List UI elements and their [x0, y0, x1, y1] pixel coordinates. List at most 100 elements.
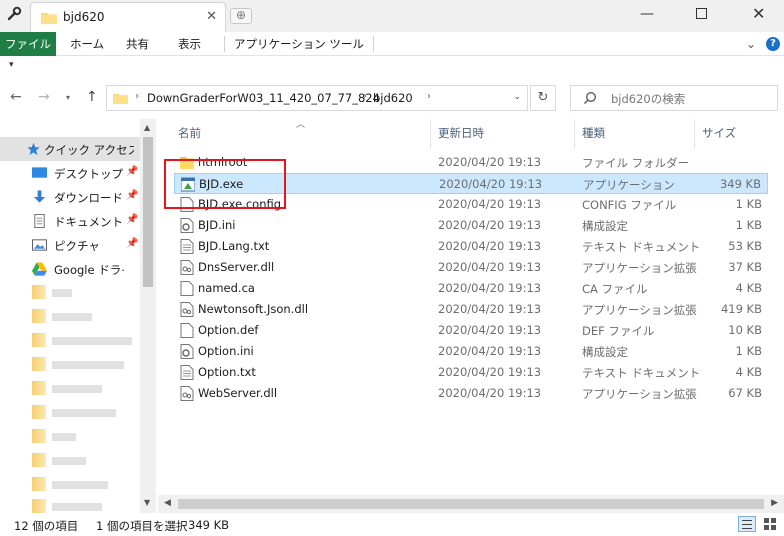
- blurred-label: [52, 481, 108, 489]
- search-input[interactable]: bjd620の検索: [570, 85, 778, 111]
- tab-view[interactable]: 表示: [168, 32, 211, 56]
- chevron-down-icon[interactable]: ⌄: [746, 37, 756, 51]
- nav-scrollbar[interactable]: ▲ ▼: [140, 119, 156, 513]
- chevron-right-icon[interactable]: ›: [135, 91, 139, 102]
- close-window-icon[interactable]: ✕: [752, 4, 765, 23]
- file-date: 2020/04/20 19:13: [438, 344, 542, 358]
- nav-item-quick-access[interactable]: クイック アクセス: [0, 137, 140, 161]
- nav-item-label: Google ドライブ: [54, 263, 124, 277]
- column-header-name[interactable]: 名前: [178, 125, 201, 141]
- file-size: 1 KB: [735, 218, 762, 232]
- column-header-size[interactable]: サイズ: [702, 125, 736, 141]
- blurred-label: [52, 503, 102, 511]
- blurred-label: [52, 289, 72, 297]
- nav-item-desktop[interactable]: デスクトップ 📌: [0, 161, 140, 185]
- table-row[interactable]: DnsServer.dll 2020/04/20 19:13 アプリケーション拡張 3…: [174, 257, 768, 278]
- file-size: 1 KB: [735, 197, 762, 211]
- tab-application-tools[interactable]: アプリケーション ツール: [224, 32, 374, 56]
- back-arrow-icon[interactable]: ←: [10, 89, 22, 105]
- quick-access-toolbar: ▾: [0, 57, 784, 79]
- table-row[interactable]: Newtonsoft.Json.dll 2020/04/20 19:13 アプリケー…: [174, 299, 768, 320]
- nav-item-downloads[interactable]: ダウンロード 📌: [0, 185, 140, 209]
- chevron-right-icon[interactable]: ›: [363, 91, 367, 102]
- file-type: アプリケーション拡張: [582, 303, 697, 317]
- column-divider[interactable]: [694, 119, 695, 149]
- tab-bjd620[interactable]: bjd620 ✕: [30, 2, 226, 32]
- tab-title: bjd620: [63, 10, 105, 24]
- file-name: Option.ini: [198, 344, 254, 358]
- minimize-icon[interactable]: —: [640, 6, 654, 22]
- table-row[interactable]: named.ca 2020/04/20 19:13 CA ファイル 4 KB: [174, 278, 768, 299]
- file-date: 2020/04/20 19:13: [439, 177, 543, 191]
- chevron-right-icon[interactable]: ›: [427, 91, 431, 102]
- file-date: 2020/04/20 19:13: [438, 155, 542, 169]
- file-name: Newtonsoft.Json.dll: [198, 302, 309, 316]
- blurred-label: [52, 409, 116, 417]
- details-view-icon[interactable]: [738, 516, 756, 532]
- table-row[interactable]: WebServer.dll 2020/04/20 19:13 アプリケーション拡張 6…: [174, 383, 768, 404]
- title-bar: bjd620 ✕ ⊕ — ✕: [0, 0, 784, 32]
- close-tab-icon[interactable]: ✕: [206, 9, 217, 24]
- scrollbar-thumb[interactable]: [143, 137, 153, 287]
- column-header-row: ︿ 名前 更新日時 種類 サイズ: [158, 119, 784, 149]
- file-size: 10 KB: [728, 323, 762, 337]
- table-row[interactable]: BJD.ini 2020/04/20 19:13 構成設定 1 KB: [174, 215, 768, 236]
- blurred-folder-icon: [32, 477, 46, 491]
- scroll-up-icon[interactable]: ▲: [144, 123, 150, 132]
- file-date: 2020/04/20 19:13: [438, 386, 542, 400]
- nav-item-documents[interactable]: ドキュメント 📌: [0, 209, 140, 233]
- dll-icon: [180, 302, 194, 317]
- file-name: Option.txt: [198, 365, 256, 379]
- document-icon: [34, 214, 45, 228]
- blurred-label: [52, 457, 86, 465]
- status-bar: 12 個の項目 1 個の項目を選択 349 KB: [0, 513, 784, 536]
- column-divider[interactable]: [430, 119, 431, 149]
- column-divider[interactable]: [574, 119, 575, 149]
- forward-arrow-icon[interactable]: →: [38, 89, 50, 105]
- refresh-button[interactable]: ↻: [530, 85, 556, 111]
- wrench-icon[interactable]: [6, 6, 22, 22]
- scroll-right-icon[interactable]: ▶: [771, 498, 778, 508]
- pin-icon: 📌: [126, 214, 139, 225]
- file-size: 37 KB: [728, 260, 762, 274]
- file-type: CONFIG ファイル: [582, 198, 677, 212]
- column-header-date[interactable]: 更新日時: [438, 125, 484, 141]
- file-size: 1 KB: [735, 344, 762, 358]
- tab-file[interactable]: ファイル: [0, 32, 56, 56]
- nav-item-label: ピクチャ: [54, 239, 100, 253]
- customize-toolbar-icon[interactable]: ▾: [9, 60, 14, 70]
- table-row[interactable]: Option.txt 2020/04/20 19:13 テキスト ドキュメント 4 K…: [174, 362, 768, 383]
- tab-share[interactable]: 共有: [116, 32, 159, 56]
- breadcrumb-segment[interactable]: bjd620: [373, 91, 413, 105]
- file-date: 2020/04/20 19:13: [438, 218, 542, 232]
- help-icon[interactable]: ?: [766, 37, 780, 51]
- horizontal-scrollbar[interactable]: ◀ ▶: [158, 495, 784, 513]
- nav-item-pictures[interactable]: ピクチャ 📌: [0, 233, 140, 257]
- column-header-type[interactable]: 種類: [582, 125, 605, 141]
- file-date: 2020/04/20 19:13: [438, 323, 542, 337]
- new-tab-button[interactable]: ⊕: [230, 8, 252, 24]
- folder-icon: [41, 13, 57, 24]
- scrollbar-thumb[interactable]: [178, 499, 764, 509]
- file-size: 349 KB: [719, 177, 761, 191]
- blurred-folder-icon: [32, 309, 46, 323]
- file-name: WebServer.dll: [198, 386, 278, 400]
- file-date: 2020/04/20 19:13: [438, 197, 542, 211]
- large-icons-view-icon[interactable]: [762, 516, 778, 532]
- table-row[interactable]: Option.def 2020/04/20 19:13 DEF ファイル 10 KB: [174, 320, 768, 341]
- address-bar[interactable]: › DownGraderForW03_11_420_07_77_824 › bj…: [106, 85, 528, 111]
- blurred-folder-icon: [32, 357, 46, 371]
- scroll-down-icon[interactable]: ▼: [144, 498, 150, 507]
- file-type: テキスト ドキュメント: [582, 366, 701, 380]
- nav-item-label: クイック アクセス: [44, 143, 134, 157]
- up-arrow-icon[interactable]: ↑: [86, 89, 98, 105]
- tab-home[interactable]: ホーム: [60, 32, 114, 56]
- chevron-down-icon[interactable]: ⌄: [513, 92, 521, 102]
- breadcrumb-segment[interactable]: DownGraderForW03_11_420_07_77_824: [147, 91, 380, 105]
- scroll-left-icon[interactable]: ◀: [164, 498, 171, 508]
- nav-item-google-drive[interactable]: Google ドライブ: [0, 257, 140, 281]
- maximize-icon[interactable]: [696, 8, 707, 19]
- recent-locations-icon[interactable]: ▾: [66, 93, 70, 102]
- table-row[interactable]: Option.ini 2020/04/20 19:13 構成設定 1 KB: [174, 341, 768, 362]
- table-row[interactable]: BJD.Lang.txt 2020/04/20 19:13 テキスト ドキュメント 5…: [174, 236, 768, 257]
